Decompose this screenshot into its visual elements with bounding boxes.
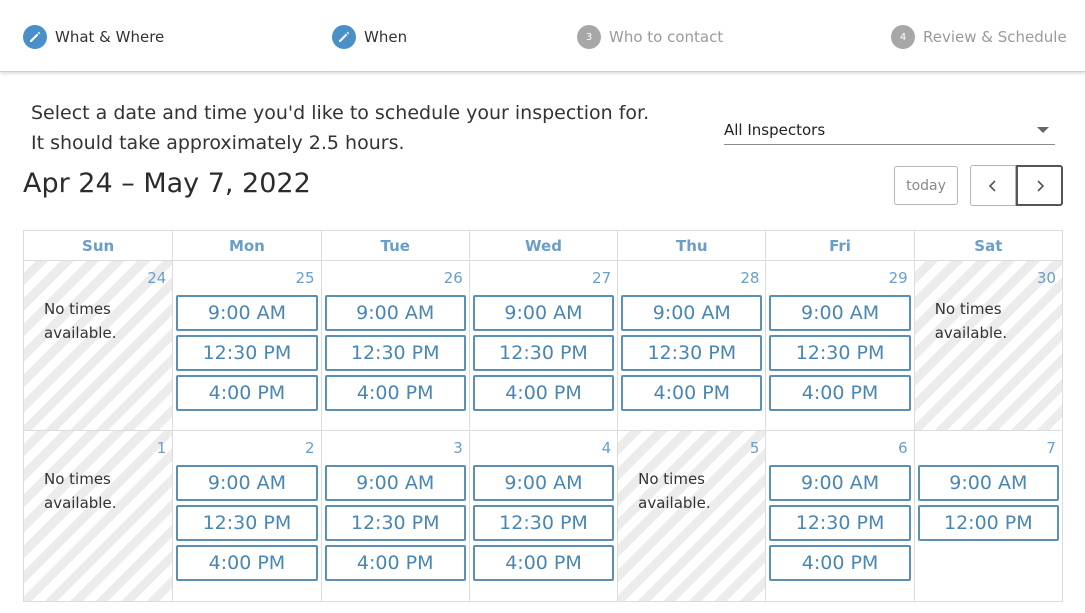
time-slot-button[interactable]: 9:00 AM (917, 465, 1059, 501)
instructions-line-2: It should take approximately 2.5 hours. (31, 132, 405, 154)
calendar-day-cell: 24 No times available. (24, 261, 173, 430)
instructions: Select a date and time you'd like to sch… (31, 98, 649, 158)
progress-steps: What & Where When 3 Who to contact 4 Rev… (0, 0, 1085, 72)
dow-thu: Thu (617, 231, 765, 260)
day-number: 7 (1046, 439, 1056, 457)
calendar-weeks: 24 No times available. 25 9:00 AM 12:30 PM 4:… (24, 261, 1062, 601)
inspector-select[interactable]: All Inspectors (724, 116, 1055, 145)
calendar-day-cell: 7 9:00 AM 12:00 PM (913, 431, 1062, 601)
step-number-badge: 4 (891, 25, 915, 49)
time-slot-button[interactable]: 9:00 AM (769, 465, 911, 501)
day-number: 5 (749, 439, 760, 457)
time-slot-button[interactable]: 12:30 PM (769, 335, 911, 371)
time-slot-button[interactable]: 9:00 AM (472, 295, 615, 331)
chevron-right-icon (1036, 179, 1044, 192)
time-slot-button[interactable]: 9:00 AM (621, 295, 763, 331)
no-times-message: No times available. (638, 470, 711, 512)
time-slot-button[interactable]: 4:00 PM (176, 545, 318, 581)
caret-down-icon (1037, 127, 1049, 133)
dow-wed: Wed (468, 231, 617, 260)
no-times-message: No times available. (44, 470, 117, 512)
time-slot-button[interactable]: 4:00 PM (324, 545, 466, 581)
no-times-message: No times available. (44, 300, 117, 342)
time-slot-button[interactable]: 12:30 PM (176, 335, 318, 371)
day-number: 27 (592, 269, 612, 287)
day-number: 3 (453, 439, 463, 457)
day-number: 1 (156, 439, 167, 457)
time-slot-button[interactable]: 12:30 PM (176, 505, 318, 541)
dow-sat: Sat (913, 231, 1062, 260)
inspector-select-value: All Inspectors (724, 121, 826, 139)
time-slot-button[interactable]: 12:30 PM (472, 335, 615, 371)
dow-fri: Fri (765, 231, 913, 260)
step-label: When (364, 28, 408, 46)
date-range-title: Apr 24 – May 7, 2022 (23, 168, 311, 199)
pencil-icon (23, 25, 47, 49)
step-when[interactable]: When (332, 24, 407, 50)
time-slot-button[interactable]: 9:00 AM (324, 465, 466, 501)
time-slot-button[interactable]: 9:00 AM (176, 295, 318, 331)
day-number: 29 (888, 269, 908, 287)
time-slot-button[interactable]: 12:30 PM (324, 335, 466, 371)
calendar-day-cell: 5 No times available. (617, 431, 766, 601)
calendar-day-cell: 25 9:00 AM 12:30 PM 4:00 PM (172, 261, 320, 430)
calendar-day-cell: 1 No times available. (24, 431, 173, 601)
day-of-week-header: Sun Mon Tue Wed Thu Fri Sat (24, 231, 1062, 261)
day-number: 6 (898, 439, 908, 457)
calendar-week-row: 1 No times available. 2 9:00 AM 12:30 PM 4:00… (24, 431, 1062, 601)
day-number: 4 (601, 439, 612, 457)
dow-tue: Tue (320, 231, 469, 260)
time-slot-button[interactable]: 4:00 PM (621, 375, 763, 411)
step-number-badge: 3 (577, 25, 601, 49)
calendar-day-cell: 29 9:00 AM 12:30 PM 4:00 PM (765, 261, 913, 430)
day-number: 2 (305, 439, 315, 457)
instructions-line-1: Select a date and time you'd like to sch… (31, 102, 650, 124)
calendar-day-cell: 6 9:00 AM 12:30 PM 4:00 PM (765, 431, 913, 601)
calendar-day-cell: 2 9:00 AM 12:30 PM 4:00 PM (172, 431, 320, 601)
step-what-where[interactable]: What & Where (23, 24, 164, 50)
pencil-icon (332, 25, 356, 49)
next-week-button[interactable] (1016, 165, 1063, 206)
time-slot-button[interactable]: 12:30 PM (621, 335, 763, 371)
time-slot-button[interactable]: 9:00 AM (769, 295, 911, 331)
calendar-day-cell: 28 9:00 AM 12:30 PM 4:00 PM (617, 261, 765, 430)
today-button[interactable]: today (894, 166, 958, 205)
time-slot-button[interactable]: 4:00 PM (472, 545, 615, 581)
time-slot-button[interactable]: 12:00 PM (917, 505, 1059, 541)
day-number: 28 (740, 269, 760, 287)
calendar-day-cell: 4 9:00 AM 12:30 PM 4:00 PM (468, 431, 617, 601)
calendar-grid: Sun Mon Tue Wed Thu Fri Sat 24 No times a… (23, 230, 1063, 602)
calendar-day-cell: 30 No times available. (913, 261, 1062, 430)
day-number: 26 (443, 269, 463, 287)
calendar-day-cell: 3 9:00 AM 12:30 PM 4:00 PM (320, 431, 469, 601)
time-slot-button[interactable]: 4:00 PM (324, 375, 466, 411)
day-number: 24 (147, 269, 167, 287)
prev-week-button[interactable] (970, 165, 1016, 206)
step-label: Who to contact (609, 28, 724, 46)
dow-mon: Mon (172, 231, 320, 260)
time-slot-button[interactable]: 9:00 AM (472, 465, 615, 501)
time-slot-button[interactable]: 4:00 PM (769, 375, 911, 411)
time-slot-button[interactable]: 4:00 PM (176, 375, 318, 411)
time-slot-button[interactable]: 9:00 AM (176, 465, 318, 501)
chevron-left-icon (988, 179, 996, 192)
day-number: 25 (295, 269, 315, 287)
calendar-day-cell: 26 9:00 AM 12:30 PM 4:00 PM (320, 261, 469, 430)
time-slot-button[interactable]: 4:00 PM (472, 375, 615, 411)
calendar-week-row: 24 No times available. 25 9:00 AM 12:30 PM 4:… (24, 261, 1062, 431)
time-slot-button[interactable]: 12:30 PM (769, 505, 911, 541)
step-label: Review & Schedule (923, 28, 1067, 46)
step-who-to-contact: 3 Who to contact (577, 24, 723, 50)
time-slot-button[interactable]: 12:30 PM (324, 505, 466, 541)
step-review-schedule: 4 Review & Schedule (891, 24, 1067, 50)
dow-sun: Sun (82, 237, 115, 255)
time-slot-button[interactable]: 4:00 PM (769, 545, 911, 581)
day-number: 30 (1036, 269, 1056, 287)
time-slot-button[interactable]: 9:00 AM (324, 295, 466, 331)
calendar-day-cell: 27 9:00 AM 12:30 PM 4:00 PM (468, 261, 617, 430)
time-slot-button[interactable]: 12:30 PM (472, 505, 615, 541)
no-times-message: No times available. (934, 300, 1008, 342)
step-label: What & Where (55, 28, 165, 46)
